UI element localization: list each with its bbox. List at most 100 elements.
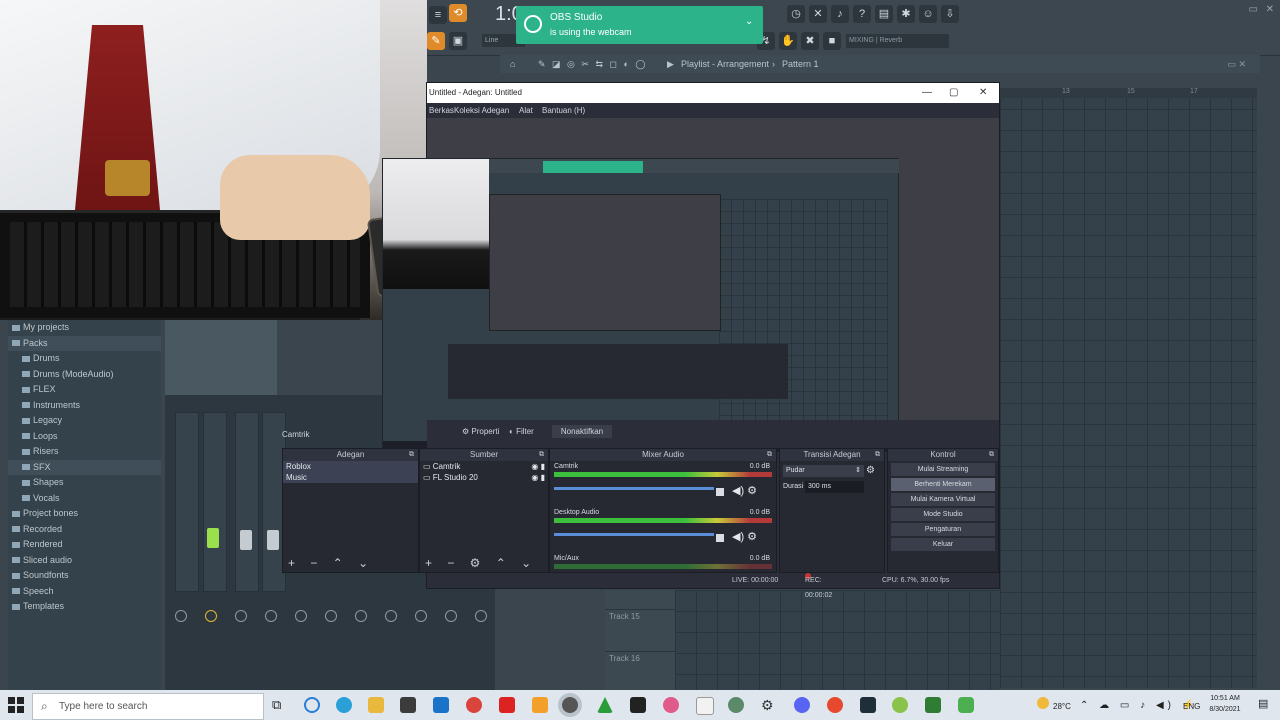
app-icon[interactable] <box>892 697 908 713</box>
app-icon[interactable] <box>663 697 679 713</box>
obs-preview[interactable] <box>382 118 999 452</box>
stop-recording-button[interactable]: Berhenti Merekam <box>891 478 995 491</box>
app-icon[interactable] <box>860 697 876 713</box>
tools-icon[interactable]: ✱ <box>897 5 915 23</box>
pan-knob[interactable] <box>295 610 307 622</box>
browser-item[interactable]: Instruments <box>8 398 161 414</box>
snap-icon[interactable]: ✎ <box>427 32 445 50</box>
app-icon[interactable] <box>728 697 744 713</box>
eye-icon[interactable]: ◉ ▮ <box>531 472 548 483</box>
deactivate-button[interactable]: Nonaktifkan <box>552 425 612 438</box>
properties-button[interactable]: ⚙ Properti <box>462 427 499 436</box>
chrome-icon[interactable] <box>827 697 843 713</box>
mute-icon[interactable]: ✖ <box>801 32 819 50</box>
weather-icon[interactable] <box>1037 697 1049 709</box>
taskbar-clock[interactable]: 10:51 AM 8/30/2021 <box>1200 693 1250 715</box>
duration-input[interactable]: 300 ms <box>805 481 864 493</box>
dock-icon[interactable]: ⧉ <box>875 449 880 461</box>
mixer-strip[interactable] <box>235 412 259 592</box>
chrome-icon[interactable] <box>466 697 482 713</box>
mixer-fader[interactable] <box>267 530 279 550</box>
pan-knob[interactable] <box>175 610 187 622</box>
mail-icon[interactable] <box>433 697 449 713</box>
browser-item[interactable]: Rendered <box>8 537 161 553</box>
menu-scene-collection[interactable]: Koleksi Adegan <box>454 103 509 118</box>
pan-knob[interactable] <box>235 610 247 622</box>
menu-tools[interactable]: Alat <box>519 103 533 118</box>
language-indicator[interactable]: ENG <box>1183 702 1200 711</box>
browser-item[interactable]: Project bones <box>8 506 161 522</box>
volume-slider-handle[interactable] <box>716 488 724 496</box>
pan-knob[interactable] <box>325 610 337 622</box>
start-streaming-button[interactable]: Mulai Streaming <box>891 463 995 476</box>
browser-item[interactable]: Packs <box>8 335 161 351</box>
scene-item[interactable]: Roblox <box>283 461 418 472</box>
notification-icon[interactable]: ▤ <box>1258 697 1268 710</box>
menu-help[interactable]: Bantuan (H) <box>542 103 585 118</box>
tray-icons[interactable]: ⌃ ☁ ▭ ♪ ◀) ⚡ <box>1080 700 1198 711</box>
mixer-fader[interactable] <box>207 528 219 548</box>
browser-item[interactable]: FLEX <box>8 382 161 398</box>
mic-icon[interactable]: ♪ <box>831 5 849 23</box>
save-file-icon[interactable]: ▤ <box>875 5 893 23</box>
webcam-toast[interactable]: OBS Studio is using the webcam ⌄ <box>516 6 763 44</box>
playlist-tools[interactable]: ✎ ◪ ◎ ✂ ⇆ ◻ ◐ ◯ <box>538 55 647 73</box>
dock-icon[interactable]: ⧉ <box>767 449 772 461</box>
filters-button[interactable]: ◐ Filter <box>509 427 534 436</box>
rec-arm-icon[interactable]: ■ <box>823 32 841 50</box>
menu-file[interactable]: Berkas <box>429 103 454 118</box>
source-controls[interactable]: + − ⚙ ⌃ ⌄ <box>420 554 548 572</box>
pattern-song-toggle[interactable]: ⟲ <box>449 4 467 22</box>
dock-icon[interactable]: ⧉ <box>539 449 544 461</box>
browser-item[interactable]: Risers <box>8 444 161 460</box>
playlist-window-controls[interactable]: ▭ ✕ <box>1227 55 1246 73</box>
browser-item[interactable]: Speech <box>8 584 161 600</box>
volume-slider[interactable] <box>554 487 714 490</box>
minimize-icon[interactable]: — <box>922 83 932 103</box>
browser-item[interactable]: Legacy <box>8 413 161 429</box>
close-icon[interactable]: ✕ <box>1266 4 1274 15</box>
playlist-grid-lower[interactable] <box>675 590 1000 690</box>
pan-knob[interactable] <box>385 610 397 622</box>
tempo-icon[interactable]: ◷ <box>787 5 805 23</box>
app-icon[interactable] <box>958 697 974 713</box>
download-icon[interactable]: ⇩ <box>941 5 959 23</box>
transition-settings-icon[interactable]: ⚙ <box>866 465 875 476</box>
mixer-preset-label[interactable]: MIXING | Reverb <box>846 34 949 48</box>
scene-item[interactable]: Music <box>283 472 418 483</box>
browser-item[interactable]: Sliced audio <box>8 553 161 569</box>
pan-knob[interactable] <box>475 610 487 622</box>
app-icon[interactable] <box>696 697 714 715</box>
studio-mode-button[interactable]: Mode Studio <box>891 508 995 521</box>
browser-item[interactable]: My projects <box>8 320 161 336</box>
settings-button[interactable]: Pengaturan <box>891 523 995 536</box>
save-icon[interactable]: ▣ <box>449 32 467 50</box>
browser-item[interactable]: Soundfonts <box>8 568 161 584</box>
close-icon[interactable]: ✕ <box>979 83 987 103</box>
browser-item[interactable]: Loops <box>8 429 161 445</box>
eye-icon[interactable]: ◉ ▮ <box>531 461 548 472</box>
browser-item[interactable]: Templates <box>8 599 161 615</box>
settings-icon[interactable]: ⚙ <box>761 697 777 713</box>
help-icon[interactable]: ? <box>853 5 871 23</box>
store-icon[interactable] <box>400 697 416 713</box>
file-explorer-icon[interactable] <box>368 697 384 713</box>
weather-temp[interactable]: 28°C <box>1053 702 1071 711</box>
mixer-strip[interactable] <box>203 412 227 592</box>
pan-knob[interactable] <box>265 610 277 622</box>
start-virtual-camera-button[interactable]: Mulai Kamera Virtual <box>891 493 995 506</box>
discord-icon[interactable] <box>794 697 810 713</box>
maximize-icon[interactable]: ▢ <box>949 83 958 103</box>
source-item[interactable]: ▭ Camtrik ◉ ▮ <box>420 461 548 472</box>
minimize-icon[interactable]: ▭ <box>1249 4 1258 15</box>
app-icon[interactable] <box>925 697 941 713</box>
scene-controls[interactable]: + − ⌃ ⌄ <box>283 554 418 572</box>
task-view-icon[interactable]: ⧉ <box>272 697 288 713</box>
track-label[interactable]: Track 15 <box>605 610 675 652</box>
dock-icon[interactable]: ⧉ <box>989 449 994 461</box>
dock-icon[interactable]: ⧉ <box>409 449 414 461</box>
mixer-icon[interactable]: ✕ <box>809 5 827 23</box>
pan-knob[interactable] <box>355 610 367 622</box>
play-icon[interactable]: ▶ <box>667 55 674 73</box>
browser-item[interactable]: Shapes <box>8 475 161 491</box>
